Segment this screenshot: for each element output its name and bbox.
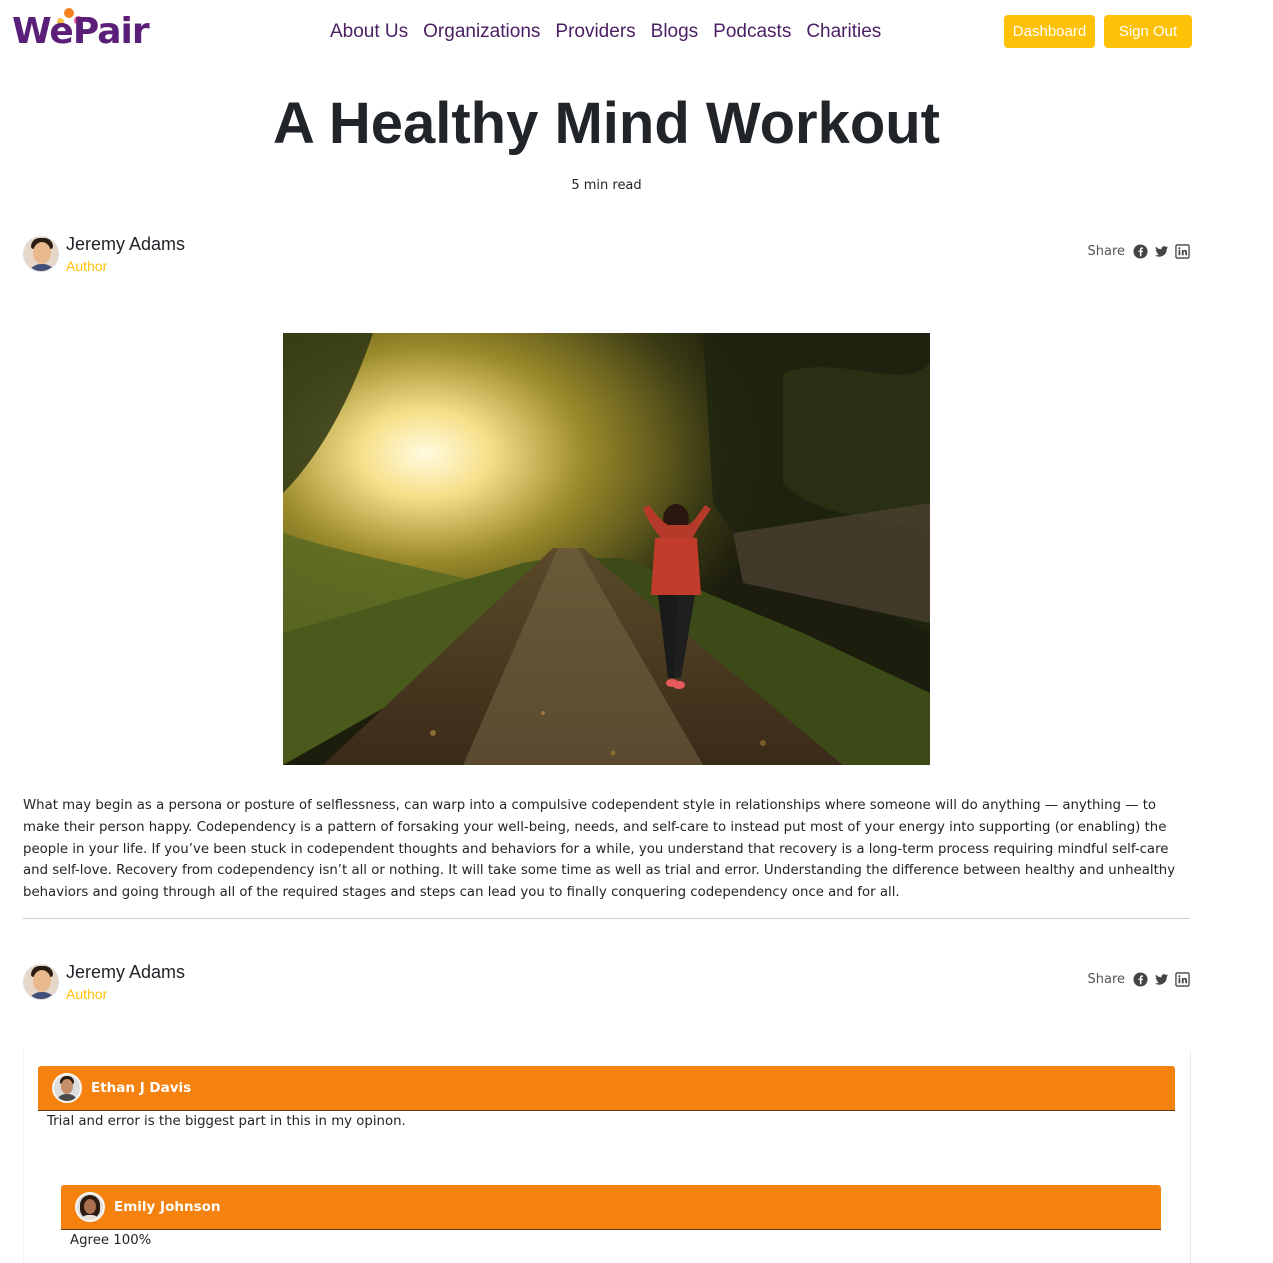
twitter-icon[interactable] [1154,972,1169,987]
commenter-name[interactable]: Ethan J Davis [91,1080,191,1096]
author-row-top: Jeremy Adams Author Share [23,234,1193,278]
facebook-icon[interactable] [1133,972,1148,987]
facebook-icon[interactable] [1133,244,1148,259]
share-label: Share [1087,972,1125,987]
article-divider [23,918,1190,919]
twitter-icon[interactable] [1154,244,1169,259]
share-label: Share [1087,244,1125,259]
linkedin-icon[interactable] [1175,972,1190,987]
nav-charities[interactable]: Charities [806,20,881,44]
comment-header: Ethan J Davis [38,1066,1175,1111]
article-title: A Healthy Mind Workout [273,91,940,156]
nav-organizations[interactable]: Organizations [423,20,540,44]
author-name[interactable]: Jeremy Adams [66,962,185,983]
share-bar: Share [1087,244,1190,259]
nav-providers[interactable]: Providers [555,20,635,44]
reply-header: Emily Johnson [61,1185,1161,1230]
share-bar: Share [1087,972,1190,987]
logo-text: WePair [12,11,150,52]
author-avatar[interactable] [23,236,59,272]
author-role: Author [66,258,108,274]
author-name[interactable]: Jeremy Adams [66,234,185,255]
wepair-logo[interactable]: WePair [12,6,168,54]
hero-photo [283,333,930,765]
comment-text: Trial and error is the biggest part in t… [47,1114,406,1129]
dashboard-button[interactable]: Dashboard [1004,15,1095,48]
nav-podcasts[interactable]: Podcasts [713,20,791,44]
linkedin-icon[interactable] [1175,244,1190,259]
nav-about-us[interactable]: About Us [330,20,408,44]
author-row-bottom: Jeremy Adams Author Share [23,962,1193,1006]
commenter-avatar[interactable] [75,1192,105,1222]
author-avatar[interactable] [23,964,59,1000]
reply-text: Agree 100% [70,1233,152,1248]
article-body: What may begin as a persona or posture o… [23,798,1176,901]
article-hero-image [283,333,930,765]
commenter-name[interactable]: Emily Johnson [114,1199,220,1215]
main-nav: About Us Organizations Providers Blogs P… [330,20,881,44]
sign-out-button[interactable]: Sign Out [1104,15,1192,48]
read-time: 5 min read [571,178,642,193]
commenter-avatar[interactable] [52,1073,82,1103]
author-role: Author [66,986,108,1002]
nav-blogs[interactable]: Blogs [651,20,699,44]
